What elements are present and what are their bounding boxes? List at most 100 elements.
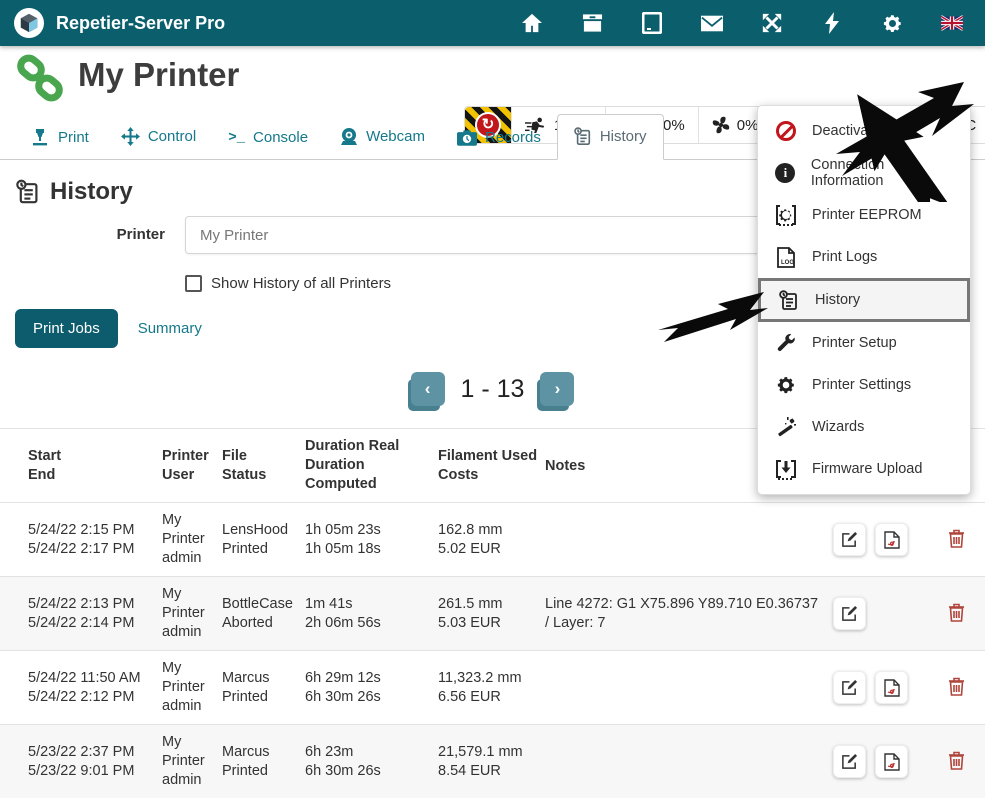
job-status: Printed — [222, 540, 305, 559]
tab-control[interactable]: Control — [105, 115, 212, 159]
print-jobs-button[interactable]: Print Jobs — [15, 309, 118, 348]
job-end: 5/23/22 9:01 PM — [28, 762, 162, 781]
col-user: User — [162, 466, 222, 485]
menu-item-printer-eeprom[interactable]: Printer EEPROM — [758, 194, 970, 236]
pdf-file-icon — [884, 531, 900, 549]
tab-history-label: History — [600, 128, 647, 145]
history-heading-label: History — [50, 178, 133, 206]
menu-item-label: Firmware Upload — [812, 461, 922, 477]
col-printer: Printer — [162, 447, 222, 466]
col-status: Status — [222, 466, 305, 485]
job-user: admin — [162, 771, 222, 790]
col-costs: Costs — [438, 466, 545, 485]
next-page-button[interactable]: › — [540, 372, 574, 406]
job-printer: My Printer — [162, 733, 222, 771]
job-printer: My Printer — [162, 585, 222, 623]
job-file: Marcus — [222, 669, 305, 688]
tab-records[interactable]: Records — [441, 117, 557, 159]
delete-job-button[interactable] — [948, 603, 965, 625]
menu-item-label: Printer Setup — [812, 335, 897, 351]
edit-note-button[interactable] — [833, 745, 866, 778]
table-row: 5/24/22 2:13 PM5/24/22 2:14 PM My Printe… — [0, 576, 985, 650]
terminal-icon: >_ — [228, 130, 245, 146]
job-duration-computed: 1h 05m 18s — [305, 540, 438, 559]
printer-select-label: Printer — [0, 226, 165, 243]
tab-control-label: Control — [148, 128, 196, 145]
tab-console-label: Console — [253, 129, 308, 146]
menu-item-printer-setup[interactable]: Printer Setup — [758, 322, 970, 364]
tab-webcam[interactable]: Webcam — [324, 115, 441, 159]
eeprom-chip-icon — [774, 204, 798, 226]
pdf-report-button[interactable] — [875, 671, 908, 704]
menu-item-history[interactable]: History — [758, 278, 970, 322]
show-all-printers-checkbox[interactable] — [185, 275, 202, 292]
job-costs: 8.54 EUR — [438, 762, 545, 781]
pdf-file-icon — [884, 753, 900, 771]
menu-item-deactivate[interactable]: Deactivate — [758, 110, 970, 152]
trash-icon — [948, 603, 965, 622]
job-duration-computed: 6h 30m 26s — [305, 762, 438, 781]
job-duration-real: 1h 05m 23s — [305, 521, 438, 540]
col-file: File — [222, 447, 305, 466]
table-row: 5/24/22 11:50 AM5/24/22 2:12 PM My Print… — [0, 650, 985, 724]
tab-print[interactable]: Print — [16, 116, 105, 159]
job-costs: 5.02 EUR — [438, 540, 545, 559]
log-file-icon: LOG — [774, 247, 798, 268]
pdf-report-button[interactable] — [875, 745, 908, 778]
mail-icon[interactable] — [701, 12, 723, 34]
tab-webcam-label: Webcam — [366, 128, 425, 145]
job-user: admin — [162, 549, 222, 568]
job-filament: 21,579.1 mm — [438, 743, 545, 762]
summary-button[interactable]: Summary — [138, 320, 202, 337]
edit-note-button[interactable] — [833, 597, 866, 630]
job-filament: 162.8 mm — [438, 521, 545, 540]
tab-history[interactable]: History — [557, 114, 664, 160]
expand-arrows-icon[interactable] — [761, 12, 783, 34]
connected-chain-icon — [14, 54, 66, 109]
menu-item-connection-information[interactable]: i Connection Information — [758, 152, 970, 194]
job-end: 5/24/22 2:12 PM — [28, 688, 162, 707]
show-all-printers-row: Show History of all Printers — [185, 275, 391, 292]
job-status: Printed — [222, 762, 305, 781]
svg-text:LOG: LOG — [781, 260, 794, 266]
job-filament: 11,323.2 mm — [438, 669, 545, 688]
menu-item-wizards[interactable]: Wizards — [758, 406, 970, 448]
pdf-report-button[interactable] — [875, 523, 908, 556]
col-end: End — [28, 466, 162, 485]
trash-icon — [948, 751, 965, 770]
job-printer: My Printer — [162, 511, 222, 549]
annotation-arrow-history-item — [652, 278, 772, 344]
history-icon — [16, 179, 40, 205]
menu-item-firmware-upload[interactable]: Firmware Upload — [758, 448, 970, 490]
col-duration-computed: Duration Computed — [305, 456, 438, 494]
archive-box-icon[interactable] — [581, 12, 603, 34]
gear-icon[interactable] — [881, 12, 903, 34]
tab-console[interactable]: >_ Console — [212, 117, 324, 159]
info-icon: i — [774, 163, 797, 183]
tab-print-label: Print — [58, 129, 89, 146]
delete-job-button[interactable] — [948, 677, 965, 699]
printer-title: My Printer — [78, 56, 239, 94]
table-row: 5/23/22 2:37 PM5/23/22 9:01 PM My Printe… — [0, 724, 985, 798]
page-range-label: 1 - 13 — [461, 375, 525, 404]
menu-item-label: Wizards — [812, 419, 864, 435]
edit-note-button[interactable] — [833, 671, 866, 704]
tablet-icon[interactable] — [641, 12, 663, 34]
job-end: 5/24/22 2:14 PM — [28, 614, 162, 633]
col-filament: Filament Used — [438, 447, 545, 466]
home-icon[interactable] — [521, 12, 543, 34]
delete-job-button[interactable] — [948, 529, 965, 551]
job-end: 5/24/22 2:17 PM — [28, 540, 162, 559]
menu-item-printer-settings[interactable]: Printer Settings — [758, 364, 970, 406]
menu-item-label: Print Logs — [812, 249, 877, 265]
delete-job-button[interactable] — [948, 751, 965, 773]
edit-note-button[interactable] — [833, 523, 866, 556]
uk-flag-icon[interactable] — [941, 12, 963, 34]
prev-page-button[interactable]: ‹ — [411, 372, 445, 406]
bolt-icon[interactable] — [821, 12, 843, 34]
edit-pencil-icon — [841, 679, 858, 696]
job-notes: Line 4272: G1 X75.896 Y89.710 E0.36737 /… — [545, 595, 833, 633]
history-heading: History — [16, 178, 133, 206]
repetier-logo — [14, 8, 44, 38]
menu-item-print-logs[interactable]: LOG Print Logs — [758, 236, 970, 278]
